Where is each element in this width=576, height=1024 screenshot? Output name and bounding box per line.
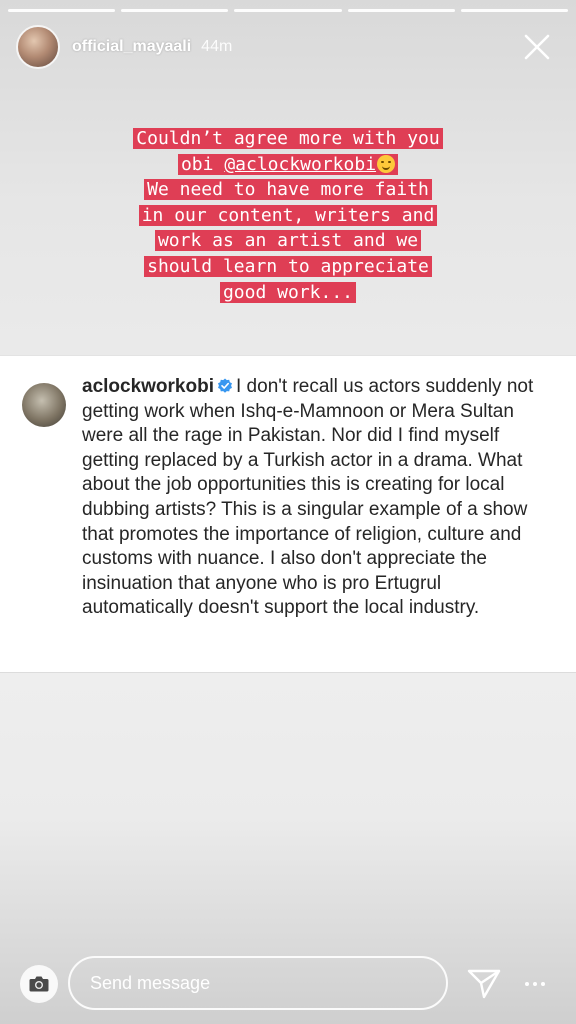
progress-segment xyxy=(8,9,116,12)
smile-emoji-icon xyxy=(377,154,396,173)
caption-line: work as an artist and we xyxy=(154,230,422,252)
caption-text: obi xyxy=(180,153,225,175)
camera-icon[interactable] xyxy=(20,965,58,1003)
progress-segment xyxy=(234,9,342,12)
more-options-icon[interactable] xyxy=(520,967,550,1001)
caption-line: obi @aclockworkobi xyxy=(177,153,399,175)
dot xyxy=(533,982,537,986)
caption-line: should learn to appreciate xyxy=(144,255,432,277)
story-header: official_mayaali 44m xyxy=(16,24,560,70)
progress-segment xyxy=(121,9,229,12)
mention-link[interactable]: @aclockworkobi xyxy=(224,154,376,175)
verified-icon xyxy=(218,378,232,393)
direct-share-icon[interactable] xyxy=(466,967,502,1001)
caption-line: Couldn’t agree more with you xyxy=(133,128,443,149)
comment-body: aclockworkobi I don't recall us actors s… xyxy=(82,375,556,621)
story-reply-bar: Send message xyxy=(20,956,556,1010)
caption-line: We need to have more faith xyxy=(144,179,432,201)
close-icon[interactable] xyxy=(520,30,554,64)
caption-line: in our content, writers and xyxy=(138,204,438,226)
story-caption: Couldn’t agree more with you obi @aclock… xyxy=(0,126,576,305)
dot xyxy=(541,982,545,986)
comment-username: aclockworkobi xyxy=(82,376,214,397)
progress-segment xyxy=(347,9,455,12)
story-progress-bar xyxy=(8,9,569,12)
comment-text: I don't recall us actors suddenly not ge… xyxy=(82,376,534,619)
avatar[interactable] xyxy=(16,25,60,69)
send-message-input[interactable]: Send message xyxy=(68,956,448,1010)
progress-segment xyxy=(460,9,569,12)
comment-avatar xyxy=(22,383,66,427)
caption-line: good work... xyxy=(219,281,357,303)
story-timestamp: 44m xyxy=(201,38,233,55)
story-username[interactable]: official_mayaali xyxy=(72,38,191,56)
shared-comment-card: aclockworkobi I don't recall us actors s… xyxy=(0,355,576,673)
dot xyxy=(525,982,529,986)
